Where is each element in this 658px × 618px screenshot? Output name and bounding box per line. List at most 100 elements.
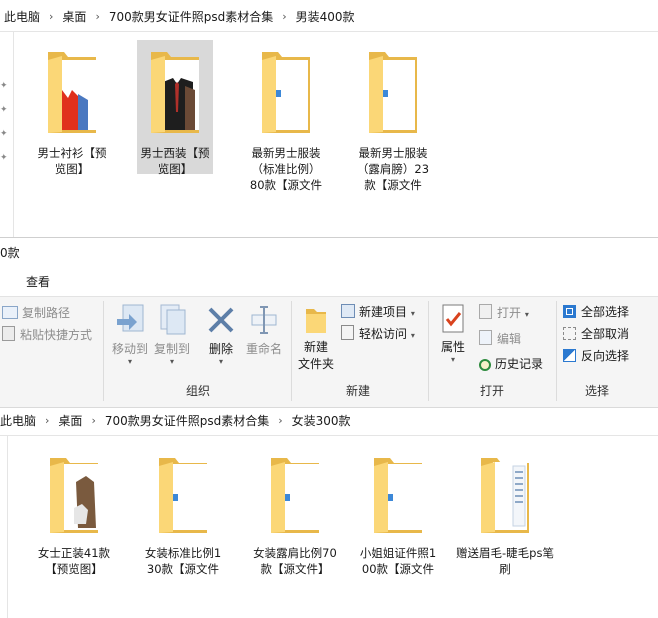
history-button[interactable]: 历史记录	[479, 355, 543, 372]
folder-label: 女装露肩比例70款【源文件】	[253, 546, 337, 576]
group-separator	[428, 301, 429, 401]
folder-item[interactable]: 男士衬衫【预览图】	[34, 46, 110, 177]
window-title: 0款	[0, 246, 20, 260]
easy-access-button[interactable]: 轻松访问 ▾	[341, 325, 415, 342]
rename-button[interactable]: 重命名	[243, 303, 285, 357]
nav-pane-divider	[7, 436, 8, 618]
folder-item[interactable]: 小姐姐证件照100款【源文件	[358, 452, 438, 577]
folder-label: 最新男士服装（露肩膀）23款【源文件	[356, 146, 430, 192]
folder-item[interactable]: 女士正装41款【预览图】	[28, 452, 120, 577]
folder-suit-icon	[151, 52, 199, 133]
group-label-new: 新建	[346, 384, 371, 398]
open-button[interactable]: 打开 ▾	[479, 304, 529, 321]
paste-shortcut-icon	[2, 326, 15, 341]
folder-label: 男士西装【预览图】	[140, 146, 210, 176]
folder-label: 女装标准比例130款【源文件	[144, 546, 222, 576]
dropdown-arrow-icon[interactable]: ▾	[525, 310, 529, 319]
copy-to-button[interactable]: 复制到 ▾	[152, 303, 192, 366]
ribbon: 复制路径 粘贴快捷方式 移动到 ▾ 复制到 ▾ 删除 ▾ 重命名 组织 新建 文…	[0, 296, 658, 408]
copy-path-button[interactable]: 复制路径	[2, 304, 70, 321]
folder-label: 最新男士服装（标准比例）80款【源文件	[249, 146, 323, 192]
dropdown-arrow-icon[interactable]: ▾	[152, 357, 192, 366]
chevron-right-icon[interactable]: ›	[95, 10, 99, 23]
dropdown-arrow-icon[interactable]: ▾	[203, 357, 239, 366]
pin-icon[interactable]: ✦	[0, 82, 8, 91]
invert-selection-button[interactable]: 反向选择	[563, 347, 629, 364]
address-bar-divider	[0, 435, 658, 436]
new-item-button[interactable]: 新建项目 ▾	[341, 303, 415, 320]
folder-item[interactable]: 最新男士服装（标准比例）80款【源文件	[248, 46, 324, 193]
folder-item-selected[interactable]: 男士西装【预览图】	[137, 40, 213, 176]
paste-shortcut-button[interactable]: 粘贴快捷方式	[2, 326, 92, 343]
chevron-right-icon[interactable]: ›	[91, 414, 95, 427]
pin-icon[interactable]: ✦	[0, 106, 8, 115]
new-folder-icon	[306, 309, 326, 333]
chevron-right-icon[interactable]: ›	[282, 10, 286, 23]
chevron-right-icon[interactable]: ›	[45, 414, 49, 427]
edit-button[interactable]: 编辑	[479, 330, 521, 347]
breadcrumb-item[interactable]: 此电脑	[4, 8, 40, 25]
breadcrumb-item[interactable]: 桌面	[62, 8, 86, 25]
properties-button[interactable]: 属性 ▾	[436, 303, 470, 364]
copy-path-icon	[2, 306, 18, 319]
pin-icon[interactable]: ✦	[0, 130, 8, 139]
breadcrumb-item[interactable]: 700款男女证件照psd素材合集	[109, 8, 273, 25]
group-label-select: 选择	[585, 384, 610, 398]
select-all-button[interactable]: 全部选择	[563, 303, 629, 320]
delete-button[interactable]: 删除 ▾	[203, 303, 239, 366]
group-separator	[103, 301, 104, 401]
chevron-right-icon[interactable]: ›	[278, 414, 282, 427]
select-none-button[interactable]: 全部取消	[563, 325, 629, 342]
select-all-icon	[563, 305, 576, 318]
breadcrumb[interactable]: 此电脑 › 桌面 › 700款男女证件照psd素材合集 › 女装300款	[0, 405, 351, 435]
dropdown-arrow-icon[interactable]: ▾	[411, 309, 415, 318]
group-separator	[291, 301, 292, 401]
move-to-icon	[117, 304, 144, 332]
new-folder-button[interactable]: 新建 文件夹	[297, 305, 335, 372]
dropdown-arrow-icon[interactable]: ▾	[411, 331, 415, 340]
group-label-organize: 组织	[186, 384, 211, 398]
folder-item[interactable]: 女装标准比例130款【源文件	[143, 452, 223, 577]
folder-shirt-icon	[48, 52, 96, 133]
tab-view[interactable]: 查看	[26, 273, 50, 290]
breadcrumb[interactable]: 此电脑 › 桌面 › 700款男女证件照psd素材合集 › 男装400款	[4, 1, 355, 31]
properties-icon	[442, 304, 464, 333]
folder-psd-icon	[159, 458, 207, 533]
copy-to-icon	[160, 304, 186, 335]
delete-x-icon	[208, 307, 234, 333]
group-separator	[556, 301, 557, 401]
breadcrumb-item[interactable]: 此电脑	[0, 412, 36, 429]
folder-psd-icon	[374, 458, 422, 533]
history-icon	[479, 359, 491, 371]
folder-item[interactable]: 赠送眉毛-睫毛ps笔刷	[453, 452, 557, 577]
pin-icon[interactable]: ✦	[0, 154, 8, 163]
chevron-right-icon[interactable]: ›	[49, 10, 53, 23]
nav-pane-divider	[13, 32, 14, 237]
folder-psd-icon	[262, 52, 310, 133]
dropdown-arrow-icon[interactable]: ▾	[110, 357, 150, 366]
rename-icon	[251, 306, 277, 334]
edit-icon	[479, 330, 492, 345]
folder-psd-icon	[271, 458, 319, 533]
breadcrumb-item[interactable]: 700款男女证件照psd素材合集	[105, 412, 269, 429]
folder-psd-icon	[369, 52, 417, 133]
folder-item[interactable]: 女装露肩比例70款【源文件】	[253, 452, 337, 577]
address-bar-divider	[0, 31, 658, 32]
folder-brush-files-icon	[481, 458, 529, 533]
group-label-open: 打开	[480, 384, 505, 398]
dropdown-arrow-icon[interactable]: ▾	[436, 355, 470, 364]
move-to-button[interactable]: 移动到 ▾	[110, 303, 150, 366]
folder-label: 小姐姐证件照100款【源文件	[359, 546, 437, 576]
invert-selection-icon	[563, 349, 576, 362]
folder-label: 男士衬衫【预览图】	[37, 146, 107, 176]
breadcrumb-item[interactable]: 桌面	[58, 412, 82, 429]
folder-item[interactable]: 最新男士服装（露肩膀）23款【源文件	[355, 46, 431, 193]
select-none-icon	[563, 327, 576, 340]
open-icon	[479, 304, 492, 319]
folder-label: 赠送眉毛-睫毛ps笔刷	[456, 546, 554, 576]
new-item-icon	[341, 304, 355, 318]
breadcrumb-item[interactable]: 男装400款	[296, 8, 355, 25]
window-divider	[0, 237, 658, 238]
breadcrumb-item[interactable]: 女装300款	[292, 412, 351, 429]
folder-label: 女士正装41款【预览图】	[37, 546, 111, 576]
